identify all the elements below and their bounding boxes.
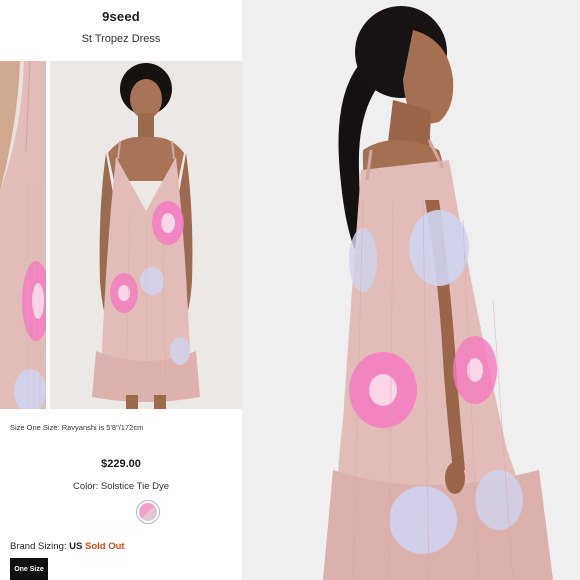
brand-name[interactable]: 9seed [0,9,242,24]
product-page-screenshot: 9seed St Tropez Dress Size One Size: Rav… [0,0,243,580]
product-image-front[interactable] [50,61,242,409]
color-label: Color: Solstice Tie Dye [72,481,170,492]
swatch-fill [139,503,157,521]
color-swatch-solstice-tie-dye[interactable] [136,500,160,524]
model-size-note: Size One Size: Ravyanshi is 5'8"/172cm [10,423,144,432]
product-image-side[interactable] [243,0,580,580]
product-price: $229.00 [101,458,141,470]
brand-sizing-region[interactable]: US [69,541,82,552]
size-option-one-size[interactable]: One Size [10,558,48,580]
brand-sizing: Brand Sizing: US Sold Out [10,541,125,552]
availability-status: Sold Out [85,541,125,552]
product-image-closeup[interactable] [0,61,46,409]
product-title: St Tropez Dress [81,33,161,45]
brand-sizing-label: Brand Sizing: [10,541,67,552]
